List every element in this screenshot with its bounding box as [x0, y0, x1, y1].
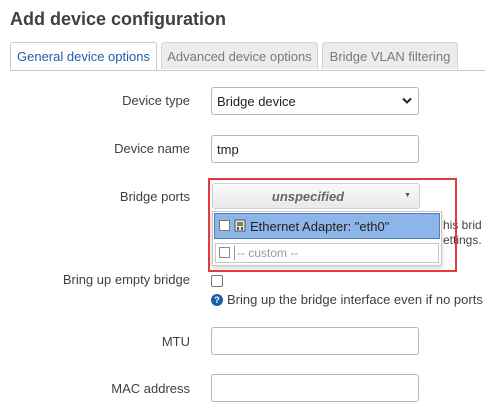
bring-up-empty-bridge-label: Bring up empty bridge	[62, 272, 190, 287]
mac-address-label: MAC address	[111, 381, 190, 396]
help-text: Bring up the bridge interface even if no…	[227, 292, 483, 307]
tab-general-device-options[interactable]: General device options	[10, 42, 157, 71]
bridge-ports-label: Bridge ports	[119, 189, 190, 204]
device-name-value: tmp	[217, 142, 239, 157]
tab-advanced-device-options[interactable]: Advanced device options	[161, 42, 318, 69]
highlight-box	[208, 178, 457, 272]
mtu-input[interactable]	[211, 327, 419, 355]
device-name-label: Device name	[114, 141, 190, 156]
bring-up-empty-bridge-checkbox[interactable]	[211, 275, 223, 287]
help-icon: ?	[211, 294, 223, 306]
dialog-title: Add device configuration	[10, 9, 227, 29]
tab-bar: General device options Advanced device o…	[10, 42, 485, 71]
device-name-input[interactable]: tmp	[211, 135, 419, 163]
device-type-label: Device type	[122, 93, 190, 108]
tab-bridge-vlan-filtering[interactable]: Bridge VLAN filtering	[322, 42, 458, 69]
tab-divider	[10, 70, 485, 71]
chevron-down-icon	[402, 97, 412, 104]
bring-up-empty-bridge-help: ? Bring up the bridge interface even if n…	[211, 292, 483, 307]
device-type-value: Bridge device	[217, 94, 296, 109]
mtu-label: MTU	[161, 334, 190, 349]
device-type-select[interactable]: Bridge device	[211, 87, 419, 115]
